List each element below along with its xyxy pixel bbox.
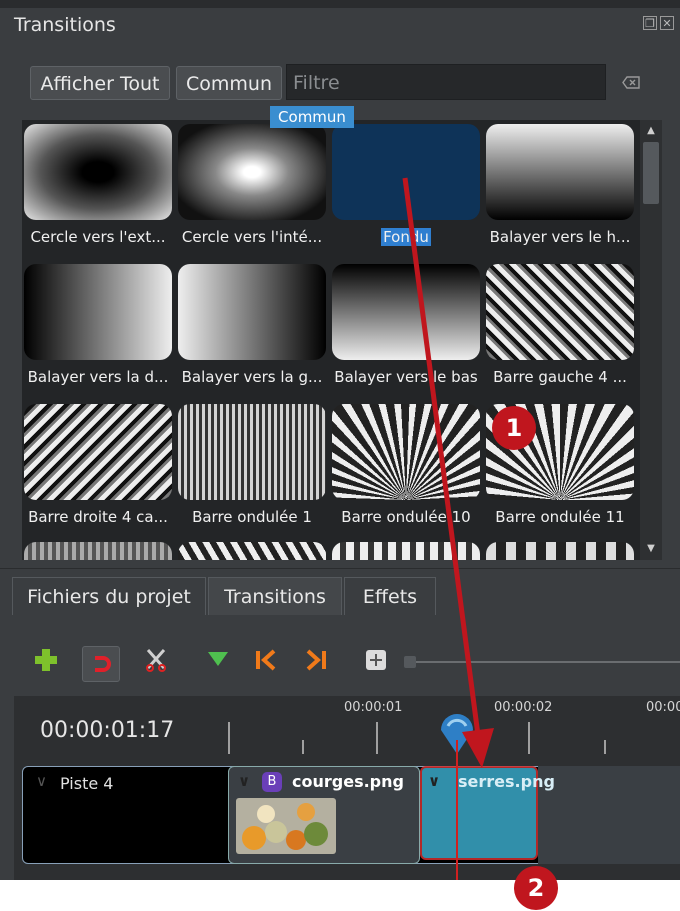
tab-project-files[interactable]: Fichiers du projet <box>12 577 206 615</box>
clip-badge: B <box>262 772 282 792</box>
clip-name: courges.png <box>292 772 404 791</box>
scroll-up-icon[interactable]: ▲ <box>642 122 660 140</box>
transition-thumbnail <box>486 264 634 360</box>
clip-thumbnail <box>236 798 336 854</box>
transition-label: Barre gauche 4 ... <box>493 368 627 386</box>
ruler-label: 00:00:02 <box>494 700 553 715</box>
transition-thumbnail <box>332 264 480 360</box>
transition-label: Barre droite 4 ca... <box>28 508 168 526</box>
clear-filter-icon[interactable] <box>622 76 640 89</box>
clip-name: serres.png <box>458 772 555 791</box>
transition-thumbnail <box>178 264 326 360</box>
close-icon[interactable]: ✕ <box>660 16 674 30</box>
scroll-handle[interactable] <box>643 142 659 204</box>
top-border <box>0 0 680 8</box>
partial-thumbnail <box>178 542 326 560</box>
snap-icon <box>95 656 111 672</box>
track-label: Piste 4 <box>60 774 114 793</box>
razor-icon[interactable] <box>142 646 170 674</box>
next-marker-icon[interactable] <box>302 646 330 674</box>
transition-thumbnail <box>24 264 172 360</box>
tab-bar: Fichiers du projet Transitions Effets <box>0 568 680 621</box>
transition-thumbnail <box>178 124 326 220</box>
transition-thumbnail <box>178 404 326 500</box>
track-remainder <box>538 766 680 864</box>
transition-label: Fondu <box>381 228 431 246</box>
transition-label: Barre ondulée 10 <box>341 508 471 526</box>
transition-thumbnail <box>24 124 172 220</box>
float-icon[interactable]: ❐ <box>643 16 657 30</box>
zoom-slider[interactable] <box>404 656 680 668</box>
annotation-badge-1: 1 <box>492 406 536 450</box>
clip-menu-icon[interactable]: ∨ <box>428 772 440 790</box>
transition-thumbnail <box>24 404 172 500</box>
previous-marker-icon[interactable] <box>252 646 280 674</box>
transition-label: Barre ondulée 11 <box>495 508 625 526</box>
transition-thumbnail <box>332 124 480 220</box>
show-all-button[interactable]: Afficher Tout <box>30 66 170 100</box>
transition-thumbnail <box>486 124 634 220</box>
transitions-grid: Cercle vers l'ext... Cercle vers l'inté.… <box>22 120 640 560</box>
partial-thumbnail <box>332 542 480 560</box>
marker-icon[interactable] <box>204 646 232 674</box>
annotation-badge-2: 2 <box>514 866 558 910</box>
track-collapse-icon[interactable]: ∨ <box>36 772 47 790</box>
scroll-down-icon[interactable]: ▼ <box>642 540 660 558</box>
transition-thumbnail <box>332 404 480 500</box>
tab-transitions[interactable]: Transitions <box>208 577 342 615</box>
tooltip: Commun <box>270 106 354 128</box>
snap-toggle[interactable] <box>82 646 120 682</box>
transition-label: Barre ondulée 1 <box>192 508 312 526</box>
current-timecode: 00:00:01:17 <box>40 718 175 743</box>
ruler-tick <box>376 722 378 754</box>
filter-input[interactable]: Filtre <box>286 64 606 100</box>
partial-thumbnail <box>24 542 172 560</box>
panel-title: Transitions <box>14 14 116 36</box>
transition-label: Balayer vers la d... <box>27 368 169 386</box>
zoom-icon[interactable] <box>362 646 390 674</box>
partial-thumbnail <box>486 542 634 560</box>
playhead-line <box>456 740 458 880</box>
add-icon[interactable] <box>32 646 60 674</box>
ruler-tick <box>528 722 530 754</box>
transitions-app: Transitions ❐ ✕ Afficher Tout Commun Fil… <box>0 0 680 880</box>
window-buttons: ❐ ✕ <box>643 16 674 30</box>
ruler-tick <box>228 722 230 754</box>
transition-label: Balayer vers la g... <box>181 368 323 386</box>
ruler-label: 00:00 <box>646 700 680 715</box>
clip-menu-icon[interactable]: ∨ <box>238 772 250 790</box>
ruler-label: 00:00:01 <box>344 700 403 715</box>
common-button[interactable]: Commun <box>176 66 282 100</box>
transition-label: Cercle vers l'inté... <box>181 228 323 246</box>
ruler-tick <box>302 740 304 754</box>
tab-effects[interactable]: Effets <box>344 577 436 615</box>
grid-scrollbar[interactable]: ▲ ▼ <box>640 120 662 560</box>
transition-label: Balayer vers le h... <box>489 228 631 246</box>
transition-label: Balayer vers le bas <box>334 368 478 386</box>
transition-label: Cercle vers l'ext... <box>30 228 166 246</box>
ruler-tick <box>604 740 606 754</box>
